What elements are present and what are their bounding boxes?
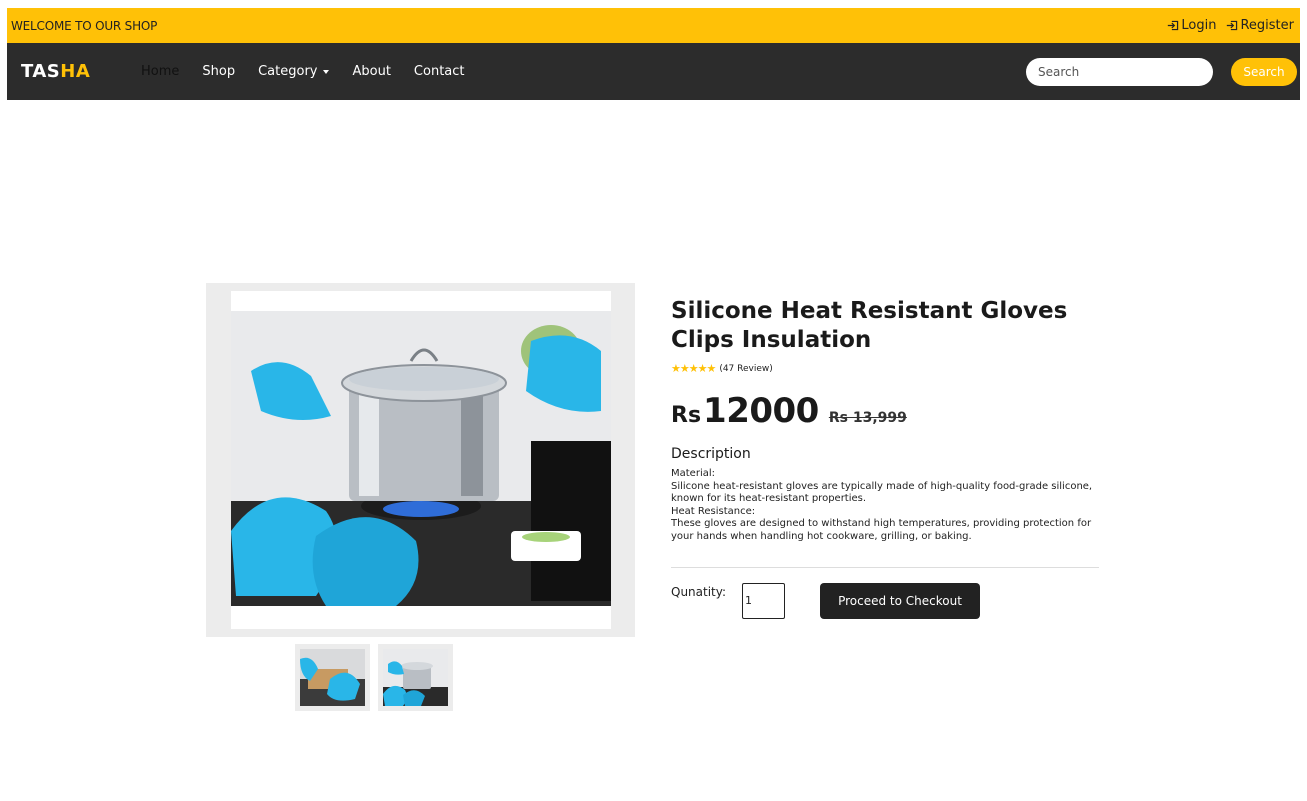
search-button[interactable]: Search [1231, 58, 1297, 86]
nav-links: Home Shop Category About Contact [141, 64, 488, 79]
proceed-to-checkout-button[interactable]: Proceed to Checkout [820, 583, 980, 619]
nav-category-label: Category [258, 64, 318, 79]
search-input[interactable] [1038, 65, 1203, 79]
description-line: Material: [671, 468, 715, 479]
auth-links: Login Register [1167, 18, 1294, 33]
thumbnail-2-image [383, 649, 448, 706]
review-count[interactable]: (47 Review) [719, 364, 772, 374]
product-title: Silicone Heat Resistant Gloves Clips Ins… [671, 298, 1068, 353]
brand-part-1: TAS [21, 61, 61, 82]
main-navbar: TASHA Home Shop Category About Contact S… [7, 43, 1300, 100]
description-line: These gloves are designed to withstand h… [671, 518, 1092, 542]
product-description: Material: Silicone heat-resistant gloves… [671, 468, 1111, 543]
quantity-label: Qunatity: [671, 585, 727, 599]
description-line: Silicone heat-resistant gloves are typic… [671, 480, 1093, 505]
login-icon [1168, 20, 1179, 31]
nav-about[interactable]: About [352, 64, 390, 79]
product-rating: ★★★★★ (47 Review) [671, 362, 773, 375]
brand-part-2: HA [60, 61, 91, 82]
product-main-image-frame [206, 283, 635, 637]
brand-logo[interactable]: TASHA [21, 61, 141, 82]
search-box [1026, 58, 1213, 86]
nav-category-dropdown[interactable]: Category [258, 64, 330, 79]
product-thumbnail-2[interactable] [378, 644, 453, 711]
product-thumbnail-1[interactable] [295, 644, 370, 711]
divider [671, 567, 1099, 568]
thumbnail-1-image [300, 649, 365, 706]
price-currency: Rs [671, 403, 702, 428]
description-heading: Description [671, 446, 751, 462]
top-bar: WELCOME TO OUR SHOP Login Register [7, 8, 1300, 43]
star-rating-icon: ★★★★★ [671, 362, 716, 375]
nav-shop[interactable]: Shop [202, 64, 235, 79]
welcome-text: WELCOME TO OUR SHOP [11, 18, 158, 33]
register-icon [1227, 20, 1238, 31]
login-link[interactable]: Login [1167, 18, 1216, 33]
nav-contact[interactable]: Contact [414, 64, 465, 79]
register-link[interactable]: Register [1226, 18, 1294, 33]
product-main-image[interactable] [231, 291, 611, 629]
description-line: Heat Resistance: [671, 505, 756, 517]
register-label: Register [1240, 18, 1294, 33]
quantity-input[interactable]: 1 [742, 583, 785, 619]
product-price: Rs 12000 Rs 13,999 [671, 391, 907, 431]
login-label: Login [1181, 18, 1217, 33]
product-photo-illustration [231, 291, 611, 629]
price-amount: 12000 [703, 391, 819, 431]
chevron-down-icon [323, 69, 330, 74]
nav-home[interactable]: Home [141, 64, 179, 79]
old-price: Rs 13,999 [828, 410, 907, 426]
